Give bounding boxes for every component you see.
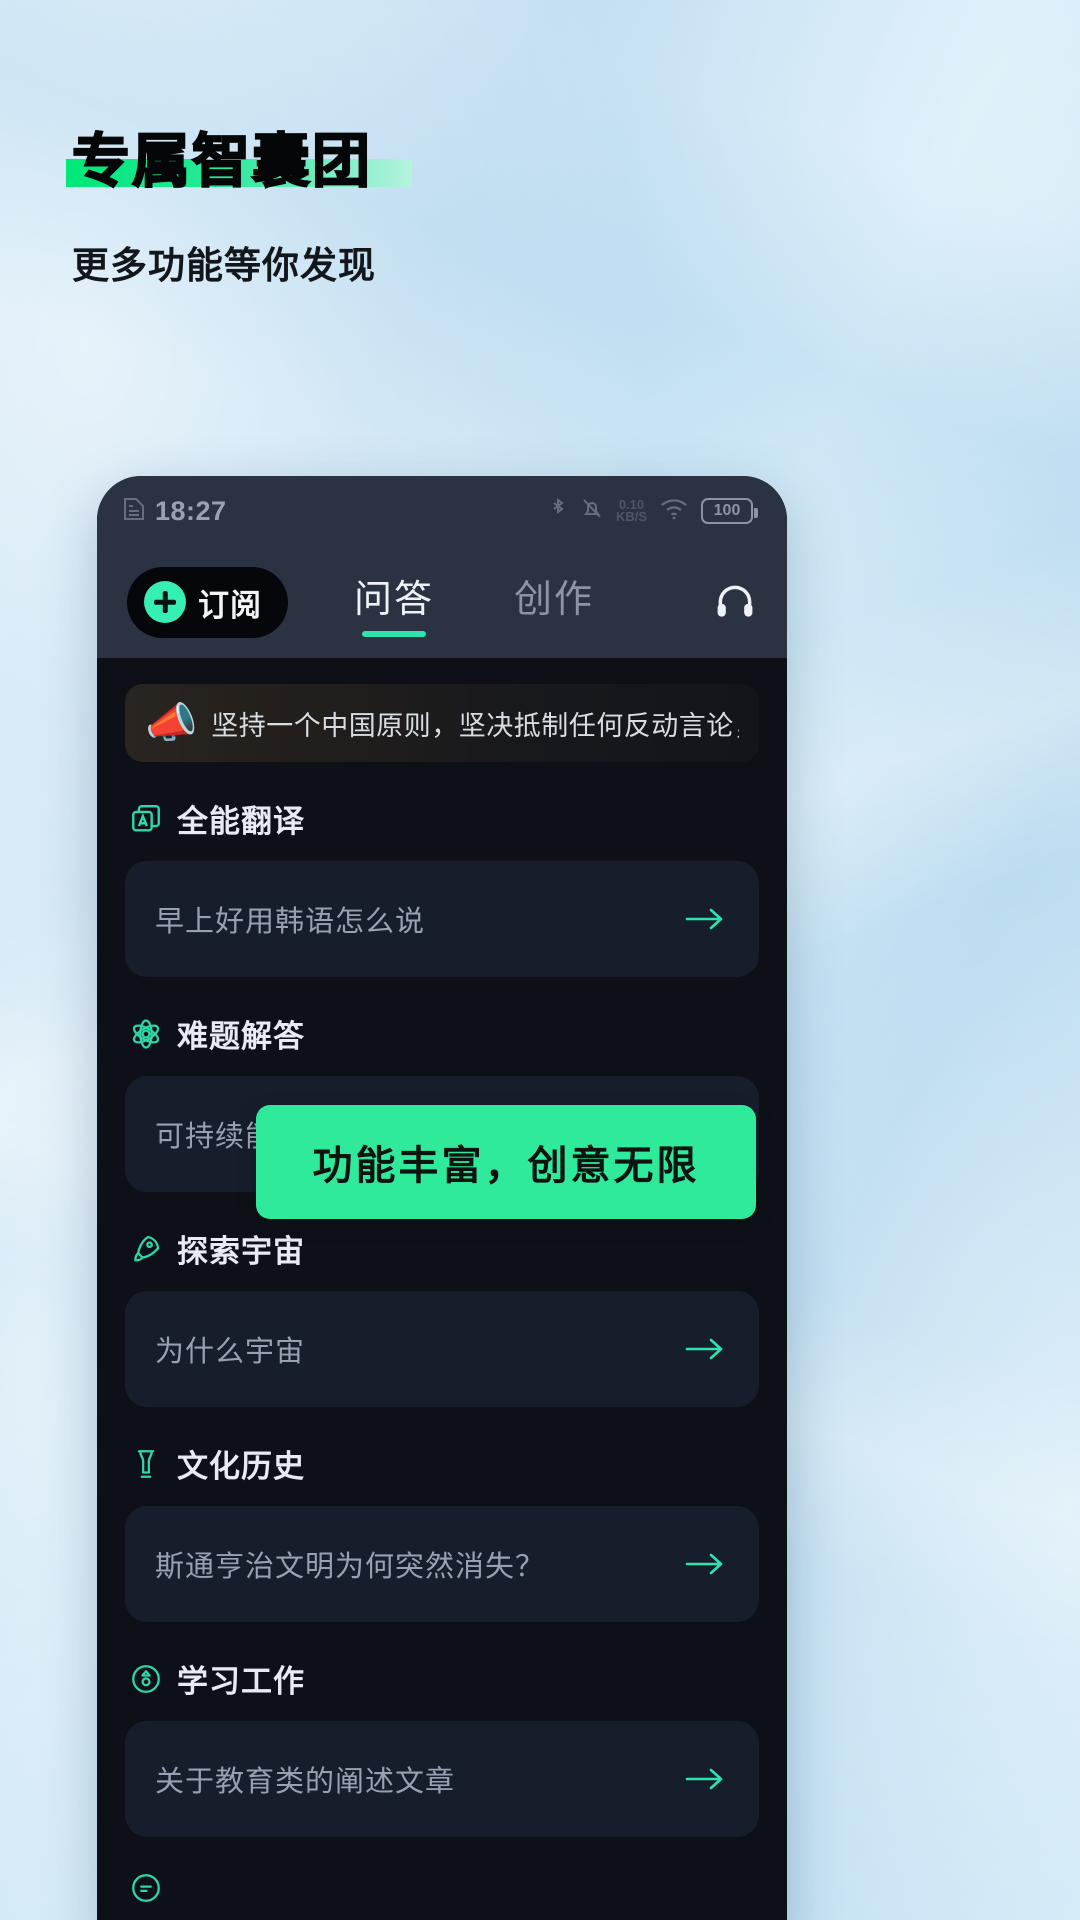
atom-icon bbox=[129, 1017, 163, 1051]
tab-create[interactable]: 创作 bbox=[514, 568, 594, 637]
section-title: 文化历史 bbox=[177, 1449, 305, 1484]
page-title: 专属智囊团 bbox=[71, 129, 373, 194]
navbar-tabs: 问答 创作 bbox=[354, 568, 594, 637]
promo-header: 专属智囊团 更多功能等你发现 bbox=[66, 129, 972, 289]
section-header: 文化历史 bbox=[125, 1441, 759, 1486]
status-time: 18:27 bbox=[155, 495, 227, 526]
bluetooth-icon bbox=[548, 496, 568, 527]
section-header: 学习工作 bbox=[125, 1656, 759, 1701]
section-explore-universe: 探索宇宙 为什么宇宙 bbox=[97, 1226, 787, 1407]
question-text: 为什么宇宙 bbox=[155, 1336, 306, 1368]
battery-indicator: 100 bbox=[701, 498, 758, 524]
tab-qa[interactable]: 问答 bbox=[354, 568, 434, 637]
section-next-partial bbox=[97, 1871, 787, 1905]
rocket-icon bbox=[129, 1232, 163, 1266]
network-speed-indicator: 0.10 KB/S bbox=[615, 498, 647, 524]
network-speed-unit: KB/S bbox=[615, 509, 647, 524]
bell-muted-icon bbox=[580, 496, 604, 527]
status-bar-left: 18:27 bbox=[123, 496, 227, 527]
section-header: 全能翻译 bbox=[125, 796, 759, 841]
section-header: 难题解答 bbox=[125, 1011, 759, 1056]
plus-circle-icon bbox=[144, 581, 186, 623]
chat-icon bbox=[129, 1871, 163, 1905]
battery-level: 100 bbox=[713, 502, 741, 519]
section-study-work: 学习工作 关于教育类的阐述文章 bbox=[97, 1656, 787, 1837]
arrow-right-icon[interactable] bbox=[683, 1334, 727, 1364]
app-navbar: 订阅 问答 创作 bbox=[97, 546, 787, 658]
section-header bbox=[125, 1871, 759, 1905]
status-bar: 18:27 0.10 KB/S 100 bbox=[97, 476, 787, 546]
promo-title-wrap: 专属智囊团 bbox=[66, 129, 412, 194]
section-title: 探索宇宙 bbox=[177, 1234, 305, 1269]
section-header: 探索宇宙 bbox=[125, 1226, 759, 1271]
question-card[interactable]: 早上好用韩语怎么说 bbox=[125, 861, 759, 977]
headset-icon[interactable] bbox=[713, 580, 757, 624]
subscribe-button[interactable]: 订阅 bbox=[127, 566, 288, 638]
section-culture-history: 文化历史 斯通亨治文明为何突然消失？ bbox=[97, 1441, 787, 1622]
lightbulb-icon bbox=[129, 1662, 163, 1696]
arrow-right-icon[interactable] bbox=[683, 1764, 727, 1794]
arrow-right-icon[interactable] bbox=[683, 1549, 727, 1579]
announcement-text: 坚持一个中国原则，坚决抵制任何反动言论，立志建 bbox=[211, 710, 739, 741]
subscribe-text: 订阅 bbox=[198, 587, 262, 623]
page-subtitle: 更多功能等你发现 bbox=[72, 244, 376, 286]
subscribe-button-label: 订阅 bbox=[198, 580, 262, 625]
tab-qa-label: 问答 bbox=[354, 578, 435, 621]
vase-icon bbox=[129, 1447, 163, 1481]
megaphone-icon: 📣 bbox=[145, 699, 198, 746]
question-card[interactable]: 为什么宇宙 bbox=[125, 1291, 759, 1407]
app-content: 📣 坚持一个中国原则，坚决抵制任何反动言论，立志建 全能翻译 早上好用韩语怎么说 bbox=[97, 684, 787, 1915]
section-title: 难题解答 bbox=[177, 1019, 305, 1054]
wifi-icon bbox=[659, 497, 689, 526]
section-title: 学习工作 bbox=[177, 1664, 305, 1699]
question-text: 早上好用韩语怎么说 bbox=[155, 906, 426, 938]
sim-card-icon bbox=[123, 496, 145, 527]
tooltip-text: 功能丰富，创意无限 bbox=[312, 1144, 700, 1188]
announcement-banner[interactable]: 📣 坚持一个中国原则，坚决抵制任何反动言论，立志建 bbox=[125, 684, 759, 762]
tab-create-label: 创作 bbox=[514, 578, 595, 621]
status-bar-right: 0.10 KB/S 100 bbox=[548, 496, 758, 527]
question-card[interactable]: 斯通亨治文明为何突然消失？ bbox=[125, 1506, 759, 1622]
section-translate: 全能翻译 早上好用韩语怎么说 bbox=[97, 796, 787, 977]
section-title: 全能翻译 bbox=[177, 804, 305, 839]
question-text: 斯通亨治文明为何突然消失？ bbox=[155, 1551, 546, 1583]
arrow-right-icon[interactable] bbox=[683, 904, 727, 934]
tooltip-bubble: 功能丰富，创意无限 bbox=[256, 1105, 756, 1219]
translate-icon bbox=[129, 802, 163, 836]
question-card[interactable]: 关于教育类的阐述文章 bbox=[125, 1721, 759, 1837]
question-text: 关于教育类的阐述文章 bbox=[155, 1766, 456, 1798]
tab-active-underline bbox=[362, 630, 426, 637]
